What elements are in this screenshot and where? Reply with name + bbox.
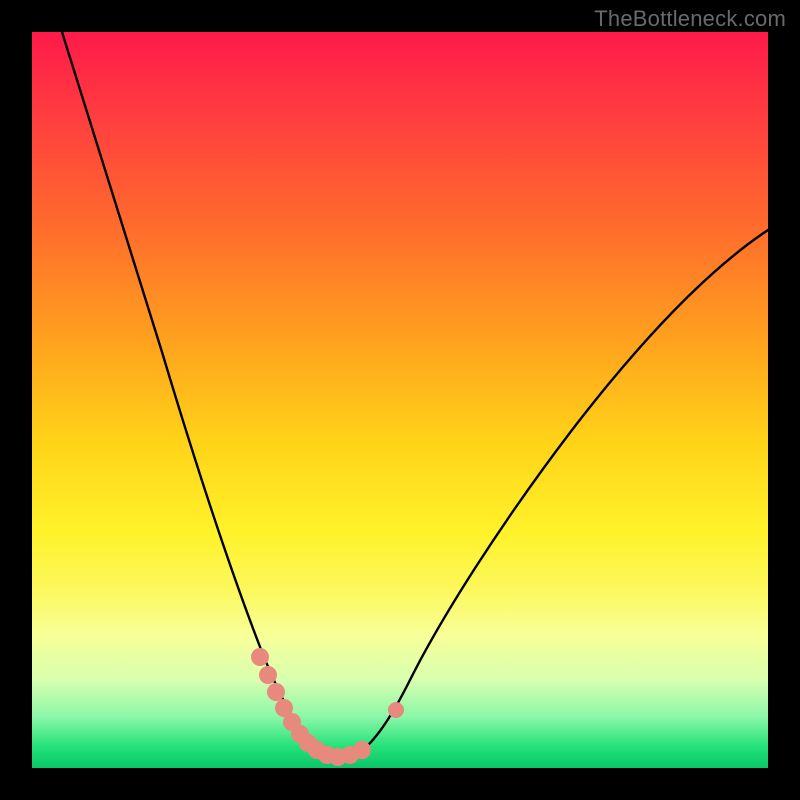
chart-plot-area	[32, 32, 768, 768]
valley-markers-group	[251, 648, 404, 766]
chart-frame: TheBottleneck.com	[0, 0, 800, 800]
marker-dot	[388, 702, 404, 718]
marker-dot	[259, 666, 277, 684]
chart-curve-svg	[32, 32, 768, 768]
bottleneck-curve	[62, 32, 768, 759]
marker-dot	[353, 741, 371, 759]
marker-dot	[267, 683, 285, 701]
marker-dot	[251, 648, 269, 666]
watermark: TheBottleneck.com	[594, 6, 786, 32]
